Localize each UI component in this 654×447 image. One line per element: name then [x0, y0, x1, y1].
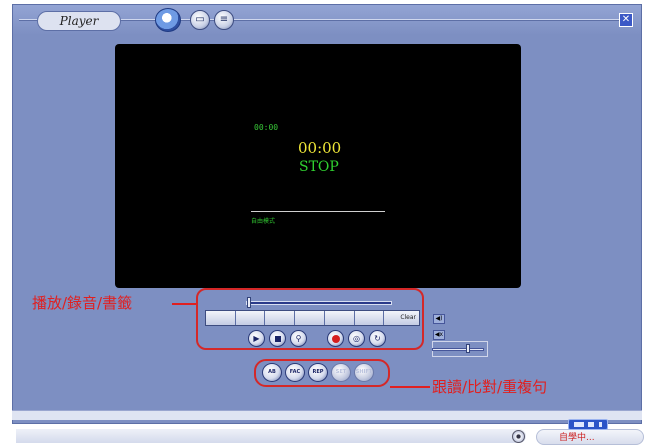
bottom-strip	[12, 410, 642, 420]
status-text: 自學中...	[559, 433, 595, 443]
play-icon: ▶	[253, 333, 260, 343]
record-button[interactable]	[327, 330, 344, 347]
folder-icon[interactable]: ▭	[190, 10, 210, 30]
bookmark-slot[interactable]	[354, 311, 385, 325]
volume-slider[interactable]	[432, 348, 484, 351]
set-button[interactable]: SET	[331, 363, 351, 382]
list-icon[interactable]: ≡	[214, 10, 234, 30]
playback-state: STOP	[299, 159, 339, 175]
tray-widget-icon[interactable]	[568, 419, 608, 430]
elapsed-time-small: 00:00	[254, 123, 279, 132]
elapsed-time: 00:00	[298, 139, 342, 157]
seek-bar[interactable]	[246, 301, 392, 305]
shift-button[interactable]: SHIFT	[354, 363, 374, 382]
playback-recording-button[interactable]: ◎	[348, 330, 365, 347]
repeat-icon: ↻	[374, 333, 381, 343]
video-screen: 00:00 00:00 STOP 自由模式	[115, 44, 521, 288]
repeat-button[interactable]: ↻	[369, 330, 386, 347]
ab-button[interactable]: AB	[262, 363, 282, 382]
repeat-sentence-button[interactable]: REP	[308, 363, 328, 382]
screen-progress-line	[251, 211, 385, 212]
speaker-mute-icon[interactable]: ◀x	[433, 330, 445, 340]
stop-icon	[274, 335, 281, 342]
annotation-pointer-left	[172, 303, 198, 305]
bookmark-row: Clear	[205, 310, 420, 326]
bookmark-slot[interactable]	[265, 311, 296, 325]
status-record-icon[interactable]	[512, 430, 525, 443]
speed-button[interactable]: ⚲	[290, 330, 307, 347]
playback-recording-icon: ◎	[353, 333, 360, 343]
bookmark-slot[interactable]	[324, 311, 355, 325]
mode-label: 自由模式	[251, 218, 276, 225]
title-bar: Player ▭ ≡ ✕	[13, 5, 641, 35]
bookmark-slot[interactable]	[295, 311, 325, 325]
close-icon[interactable]: ✕	[619, 13, 633, 27]
status-line	[16, 429, 526, 443]
window-title: Player	[37, 11, 121, 31]
bookmark-slot[interactable]	[235, 311, 266, 325]
clear-bookmarks-button[interactable]: Clear	[384, 311, 420, 325]
annotation-follow-compare-repeat: 跟讀/比對/重複句	[432, 378, 548, 396]
speaker-icon[interactable]: ◀)	[433, 314, 445, 324]
seek-thumb[interactable]	[247, 297, 251, 308]
stop-button[interactable]	[269, 330, 286, 347]
volume-thumb[interactable]	[466, 344, 470, 353]
compare-button[interactable]: FAC	[285, 363, 305, 382]
annotation-playback-record-bookmark: 播放/錄音/書籤	[32, 294, 133, 312]
record-icon	[331, 334, 340, 343]
player-logo-icon[interactable]	[155, 8, 181, 32]
annotation-pointer-right	[390, 386, 430, 388]
speed-icon: ⚲	[295, 333, 302, 343]
bookmark-slot[interactable]	[206, 311, 236, 325]
play-button[interactable]: ▶	[248, 330, 265, 347]
